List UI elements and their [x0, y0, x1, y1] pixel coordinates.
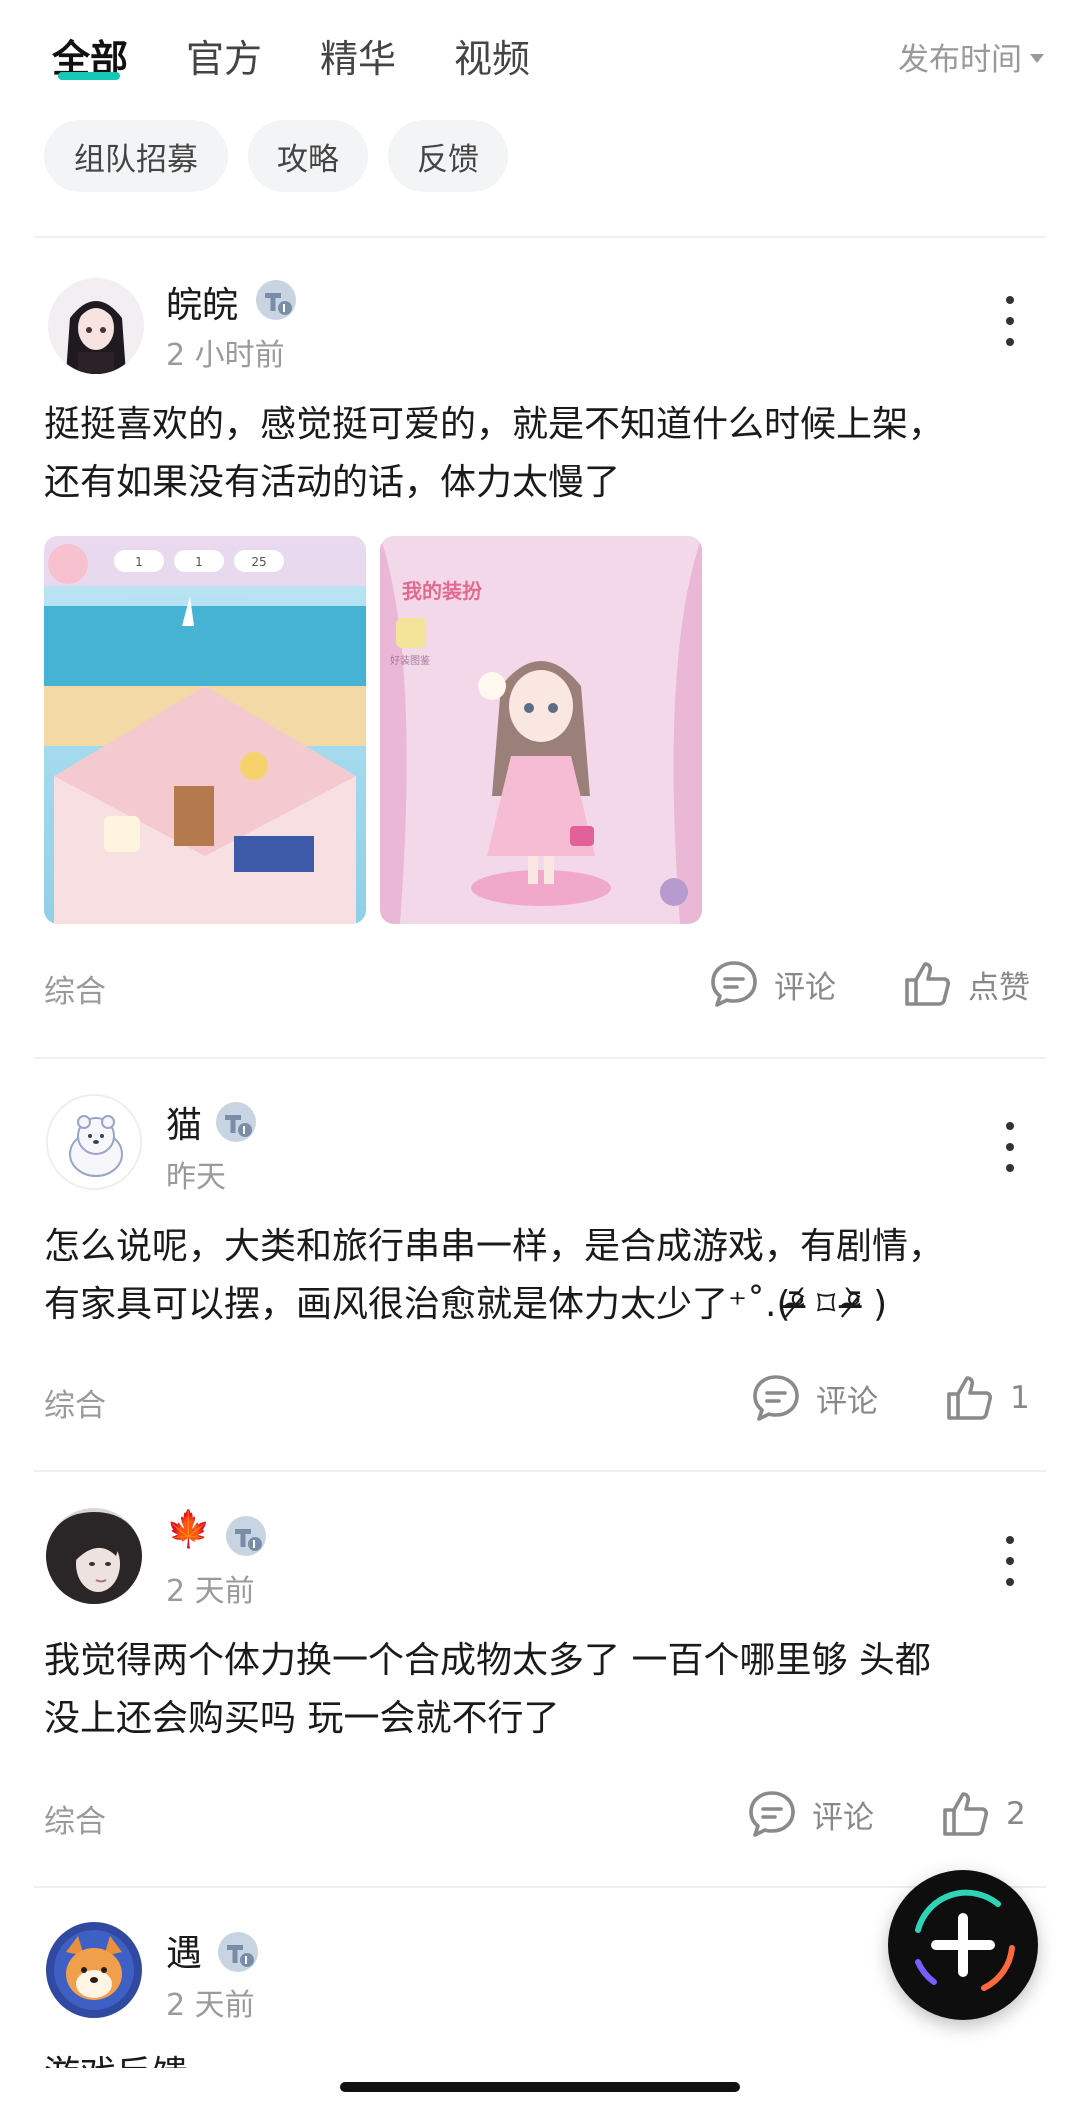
chip-feedback[interactable]: 反馈: [388, 120, 508, 192]
create-post-button[interactable]: [888, 1870, 1038, 2020]
post-content-line: 挺挺喜欢的，感觉挺可爱的，就是不知道什么时候上架，: [44, 404, 945, 445]
post-time: 昨天: [166, 1160, 226, 1195]
level-badge-icon: [218, 1932, 258, 1972]
username[interactable]: 🍁: [166, 1508, 211, 1550]
post-content-line: 怎么说呢，大类和旅行串串一样，是合成游戏，有剧情，: [44, 1226, 945, 1267]
post-content[interactable]: 我觉得两个体力换一个合成物太多了 一百个哪里够 头都 没上还会购买吗 玩一会就不…: [44, 1632, 1034, 1748]
section-divider: [34, 236, 1046, 238]
active-tab-indicator: [58, 72, 120, 80]
tab-bar: 全部 官方 精华 视频 发布时间: [0, 0, 1080, 110]
image-subtitle: 好装图鉴: [390, 654, 430, 667]
post-content[interactable]: 游戏反馈: [44, 2046, 1034, 2068]
like-button[interactable]: 1: [944, 1372, 1030, 1424]
post-time: 2 天前: [166, 1988, 255, 2023]
avatar[interactable]: [46, 1508, 142, 1604]
post-divider: [34, 1057, 1046, 1059]
tab-featured[interactable]: 精华: [320, 28, 396, 83]
comment-label: 评论: [816, 1383, 878, 1420]
more-vertical-icon[interactable]: [1000, 1122, 1020, 1172]
post-content-line: 我觉得两个体力换一个合成物太多了 一百个哪里够 头都: [44, 1640, 931, 1681]
like-count: 2: [1006, 1796, 1026, 1832]
comment-icon: [753, 1375, 799, 1421]
level-badge-icon: [226, 1516, 266, 1556]
comment-button[interactable]: 评论: [708, 958, 836, 1010]
post-divider: [34, 1470, 1046, 1472]
image-counter-2: 1: [195, 555, 203, 569]
post-image-dressup[interactable]: 我的装扮 好装图鉴: [380, 536, 702, 924]
post-content-line: 游戏反馈: [44, 2046, 1034, 2068]
like-label: 点赞: [968, 969, 1030, 1006]
like-button[interactable]: 点赞: [902, 958, 1030, 1010]
level-badge-icon: [256, 280, 296, 320]
post-content-line: 没上还会购买吗 玩一会就不行了: [44, 1698, 560, 1739]
username[interactable]: 猫: [166, 1096, 202, 1148]
image-counter-3: 25: [251, 555, 266, 569]
comment-icon: [711, 961, 757, 1007]
post-image-room[interactable]: 1 1 25: [44, 536, 366, 924]
comment-label: 评论: [812, 1799, 874, 1836]
post-category-tag[interactable]: 综合: [44, 1380, 106, 1425]
thumbs-up-icon: [943, 1792, 989, 1836]
like-button[interactable]: 2: [940, 1788, 1026, 1840]
chip-team-recruit[interactable]: 组队招募: [44, 120, 228, 192]
more-vertical-icon[interactable]: [1000, 1536, 1020, 1586]
tab-video[interactable]: 视频: [454, 28, 530, 83]
thumbs-up-icon: [947, 1376, 993, 1420]
image-counter-1: 1: [135, 555, 143, 569]
sort-dropdown[interactable]: 发布时间: [898, 34, 1044, 79]
post-content[interactable]: 怎么说呢，大类和旅行串串一样，是合成游戏，有剧情， 有家具可以摆，画风很治愈就是…: [44, 1218, 1034, 1334]
username[interactable]: 皖皖: [166, 276, 238, 328]
tab-official[interactable]: 官方: [186, 28, 262, 83]
caret-down-icon: [1030, 54, 1044, 63]
avatar[interactable]: [46, 1922, 142, 2018]
username[interactable]: 遇: [166, 1924, 202, 1976]
avatar[interactable]: [46, 1094, 142, 1190]
post-content-line: 有家具可以摆，画风很治愈就是体力太少了⁺˚.(ᵒ̴̶̷᷄ ⌑ ᵒ̴̶̷᷅ ): [44, 1284, 888, 1325]
chip-guide[interactable]: 攻略: [248, 120, 368, 192]
comment-button[interactable]: 评论: [746, 1788, 874, 1840]
comment-label: 评论: [774, 969, 836, 1006]
post-category-tag[interactable]: 综合: [44, 1796, 106, 1841]
comment-icon: [749, 1791, 795, 1837]
plus-icon: [915, 1889, 1015, 1991]
post-time: 2 天前: [166, 1574, 255, 1609]
home-indicator[interactable]: [340, 2082, 740, 2092]
thumbs-up-icon: [905, 962, 951, 1006]
post-category-tag[interactable]: 综合: [44, 966, 106, 1011]
post-time: 2 小时前: [166, 338, 285, 373]
post-content[interactable]: 挺挺喜欢的，感觉挺可爱的，就是不知道什么时候上架， 还有如果没有活动的话，体力太…: [44, 396, 1034, 512]
post-content-line: 还有如果没有活动的话，体力太慢了: [44, 462, 621, 503]
level-badge-icon: [216, 1102, 256, 1142]
image-title: 我的装扮: [402, 579, 483, 603]
more-vertical-icon[interactable]: [1000, 296, 1020, 346]
like-count: 1: [1010, 1380, 1030, 1416]
avatar[interactable]: [48, 278, 144, 374]
sort-label: 发布时间: [898, 42, 1022, 78]
comment-button[interactable]: 评论: [750, 1372, 878, 1424]
